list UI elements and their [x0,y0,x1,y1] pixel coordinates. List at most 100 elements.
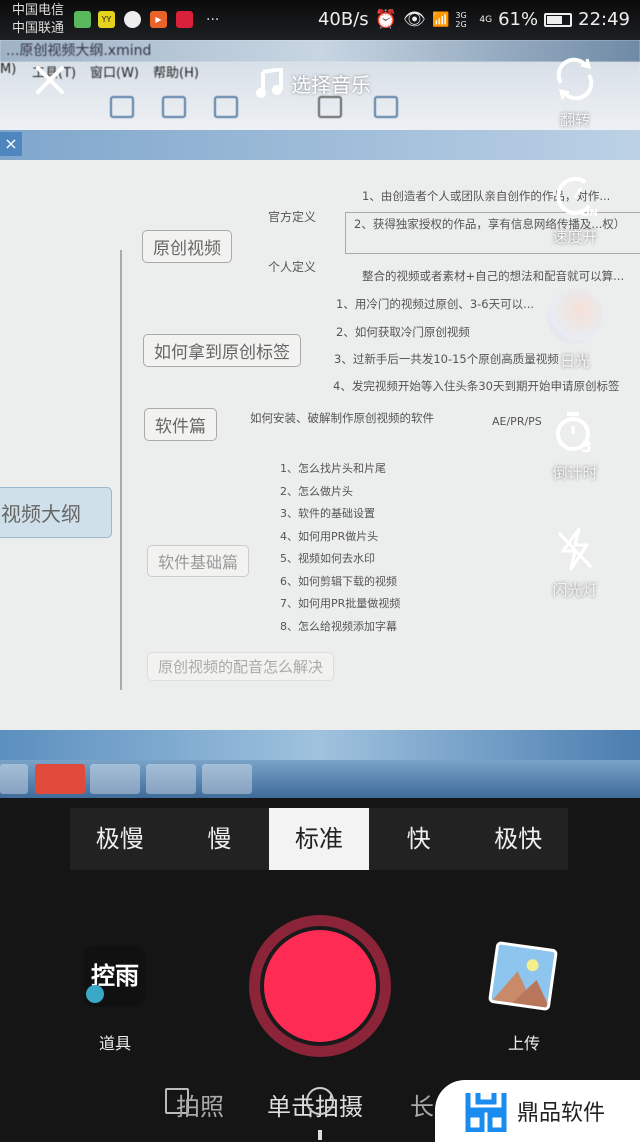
speed-label: 速度开 [552,228,598,246]
speed-option-very-slow[interactable]: 极慢 [70,808,170,870]
flip-camera-button[interactable]: 翻转 [545,55,605,130]
record-button[interactable] [249,915,391,1057]
mindmap-branch: 软件篇 [144,408,217,441]
countdown-button[interactable]: 3 倒计时 [545,408,605,483]
carrier-2: 中国联通 [12,21,65,36]
mindmap-branch: 软件基础篇 [147,545,250,577]
mindmap-root: 视频大纲 [0,487,112,538]
speed-selector: 极慢 慢 标准 快 极快 [70,808,568,870]
props-button[interactable]: 控雨 [84,945,146,1007]
mindmap-leaf: 如何安装、破解制作原创视频的软件 [250,411,434,425]
yy-app-icon: YY [98,11,115,28]
wifi-icon: 📶 [431,11,450,28]
toolbar-icon [110,96,134,118]
close-icon [36,66,64,94]
upload-label: 上传 [507,1034,540,1053]
record-ring [260,926,380,1046]
filter-label: 日光 [559,352,590,370]
speed-option-very-fast[interactable]: 极快 [468,808,568,870]
mindmap-leaf: 7、如何用PR批量做视频 [280,597,401,610]
mindmap-branch: 如何拿到原创标签 [143,334,301,367]
mindmap-leaf: 2、怎么做片头 [280,484,353,498]
mindmap-leaf: AE/PR/PS [492,415,542,428]
speed-option-slow[interactable]: 慢 [170,808,270,870]
mindmap-leaf-list: 1、怎么找片头和片尾 2、怎么做片头 3、软件的基础设置 4、如何用PR做片头 … [280,460,400,640]
toolbar-icon [374,96,398,118]
mindmap-leaf: 3、软件的基础设置 [280,507,375,520]
toolbar-icon [214,96,238,118]
record-core [264,930,376,1042]
tab-strip [0,130,640,160]
speed-toggle-button[interactable]: ON 速度开 [545,172,605,247]
flash-label: 闪光灯 [552,581,598,599]
watermark-text: 鼎品软件 [517,1101,606,1126]
toolbar-icon [162,96,186,118]
mindmap-leaf: 4、如何用PR做片头 [280,529,379,543]
mindmap-branch: 原创视频的配音怎么解决 [147,652,335,681]
speed-option-normal[interactable]: 标准 [269,808,369,870]
mindmap-leaf: 1、用冷门的视频过原创、3-6天可以... [336,297,535,311]
menu-item: M) [0,62,17,77]
taskbar-app [202,764,252,794]
app-notification-icon [74,11,91,28]
flip-label: 翻转 [559,111,590,129]
mindmap-leaf: 1、怎么找片头和片尾 [280,462,386,475]
battery-icon [544,12,573,27]
more-notifications: ... [206,8,220,24]
status-right: 40B/s ⏰ 👁 📶 3G 2G 4G 61% 22:49 [318,9,630,30]
mindmap-leaf: 3、过新手后一共发10-15个原创高质量视频 [334,352,559,366]
signal-4g: 4G [479,14,493,25]
select-music-label: 选择音乐 [291,72,371,97]
flash-button[interactable]: 闪光灯 [545,525,605,600]
mindmap-leaf: 6、如何剪辑下载的视频 [280,574,397,588]
props-label: 道具 [98,1034,131,1053]
watermark-badge: 鼎品软件 [435,1080,640,1142]
taskbar-app [0,764,28,794]
hand-gesture-icon [86,985,104,1003]
tab-close: × [0,132,22,156]
eye-comfort-icon: 👁 [403,9,426,30]
menu-item: 窗口(W) [90,66,139,81]
beauty-filter-button[interactable]: 日光 [545,288,605,371]
clock: 22:49 [578,9,630,30]
taskbar-app [90,764,140,794]
window-title: ...原创视频大纲.xmind [0,40,640,62]
countdown-badge: 3 [581,437,592,456]
countdown-timer-icon: 3 [556,412,592,456]
video-app-icon: ▶ [150,11,167,28]
flip-camera-icon [556,57,594,101]
flash-off-icon [557,527,593,571]
net-speed: 40B/s [317,9,369,30]
alarm-icon: ⏰ [374,9,398,30]
speed-on-badge: ON [581,208,598,219]
mindmap-branch: 原创视频 [142,230,232,263]
shop-app-icon [176,11,193,28]
upload-button[interactable] [487,940,559,1012]
mode-long-press[interactable]: 长 [410,1087,434,1122]
mindmap-leaf: 整合的视频或者素材+自己的想法和配音就可以算... [362,269,625,283]
mode-indicator [318,1130,322,1140]
select-music-button[interactable]: 选择音乐 [255,68,371,98]
message-icon [124,11,141,28]
filter-avatar [547,288,603,344]
mindmap-leaf: 4、发完视频开始等入住头条30天到期开始申请原创标签 [333,379,620,393]
mindmap-leaf: 5、视频如何去水印 [280,552,375,565]
mindmap-sub: 个人定义 [268,260,317,274]
music-note-icon [256,68,283,98]
taskbar-app [35,764,85,794]
mode-photo[interactable]: 拍照 [176,1087,224,1122]
close-button[interactable] [30,60,70,100]
screen-scroll-band [0,730,640,760]
battery-percent: 61% [498,9,539,30]
taskbar-app [146,764,196,794]
carrier-1: 中国电信 [12,3,65,18]
signal-3g: 3G 2G [455,10,467,29]
status-bar: 中国电信 中国联通 YY ▶ ... 40B/s ⏰ 👁 📶 3G 2G 4G … [0,0,640,40]
gallery-icon [491,959,551,1011]
toolbar-icon [318,96,342,118]
watermark-logo-icon [465,1093,507,1132]
record-mode-icon [306,1087,334,1115]
camera-preview[interactable]: ...原创视频大纲.xmind M) 工具(T) 窗口(W) 帮助(H) × 视… [0,40,640,798]
menu-item: 帮助(H) [153,66,199,81]
speed-option-fast[interactable]: 快 [369,808,469,870]
